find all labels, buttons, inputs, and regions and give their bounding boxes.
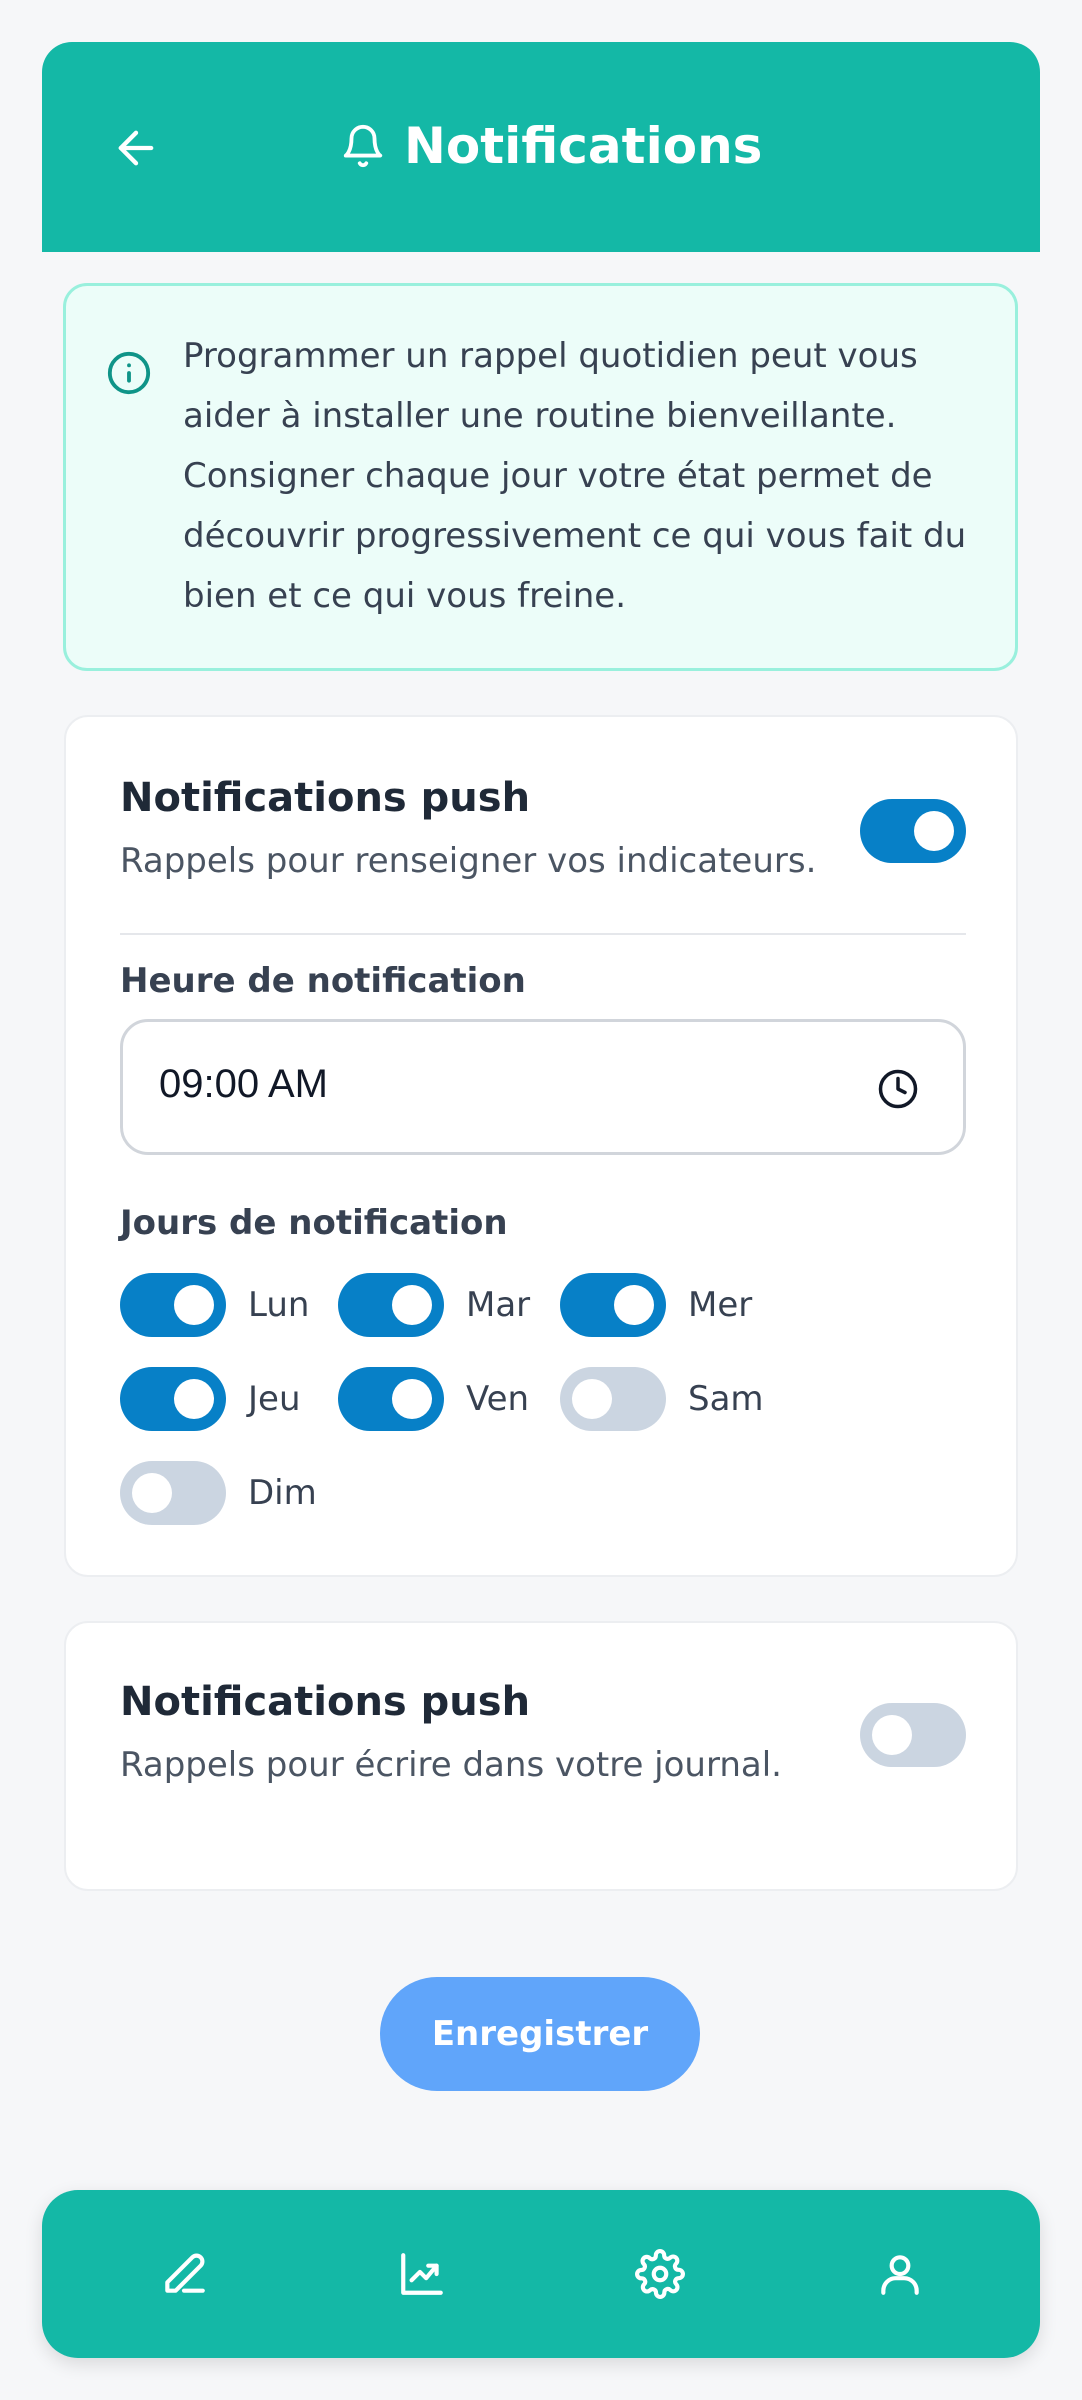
day-label: Sam (688, 1379, 764, 1419)
edit-icon (165, 2253, 205, 2293)
toggle-knob (132, 1473, 172, 1513)
day-switch[interactable] (338, 1273, 444, 1337)
toggle-knob (572, 1379, 612, 1419)
back-button[interactable] (100, 112, 172, 184)
page-title: Notifications (404, 117, 763, 175)
toggle-knob (614, 1285, 654, 1325)
day-toggle-jeu[interactable]: Jeu (120, 1367, 301, 1431)
toggle-knob (392, 1379, 432, 1419)
day-toggle-dim[interactable]: Dim (120, 1461, 317, 1525)
toggle-knob (392, 1285, 432, 1325)
day-label: Lun (248, 1285, 310, 1325)
info-box: Programmer un rappel quotidien peut vous… (63, 283, 1018, 671)
day-switch[interactable] (560, 1273, 666, 1337)
chart-icon (401, 2253, 443, 2295)
clock-icon[interactable] (877, 1068, 919, 1110)
day-label: Jeu (248, 1379, 301, 1419)
header-title-group: Notifications (340, 108, 762, 184)
day-toggle-ven[interactable]: Ven (338, 1367, 529, 1431)
day-toggle-lun[interactable]: Lun (120, 1273, 309, 1337)
day-label: Ven (466, 1379, 530, 1419)
days-label: Jours de notification (120, 1203, 508, 1243)
bell-icon (343, 125, 383, 168)
day-toggle-mar[interactable]: Mar (338, 1273, 530, 1337)
user-icon (881, 2255, 919, 2295)
toggle-knob (174, 1379, 214, 1419)
bottom-nav (42, 2190, 1040, 2358)
info-text: Programmer un rappel quotidien peut vous… (183, 336, 967, 616)
day-label: Dim (248, 1473, 317, 1513)
arrow-left-icon (118, 130, 154, 166)
journal-push-toggle[interactable] (860, 1703, 966, 1767)
nav-item-journal[interactable] (144, 2234, 224, 2314)
time-input[interactable]: 09:00 AM (120, 1019, 966, 1155)
info-icon (107, 351, 151, 395)
nav-item-profile[interactable] (860, 2234, 940, 2314)
day-toggle-sam[interactable]: Sam (560, 1367, 764, 1431)
nav-item-stats[interactable] (382, 2234, 462, 2314)
toggle-knob (174, 1285, 214, 1325)
journal-push-subtitle: Rappels pour écrire dans votre journal. (120, 1745, 782, 1785)
day-switch[interactable] (338, 1367, 444, 1431)
journal-push-title: Notifications push (120, 1679, 531, 1725)
nav-item-settings[interactable] (620, 2234, 700, 2314)
day-toggle-mer[interactable]: Mer (560, 1273, 752, 1337)
divider (120, 933, 966, 935)
day-switch[interactable] (560, 1367, 666, 1431)
indicators-push-subtitle: Rappels pour renseigner vos indicateurs. (120, 841, 817, 881)
toggle-knob (872, 1715, 912, 1755)
day-switch[interactable] (120, 1273, 226, 1337)
indicators-push-toggle[interactable] (860, 799, 966, 863)
indicators-push-title: Notifications push (120, 775, 531, 821)
indicators-notification-card: Notifications push Rappels pour renseign… (64, 715, 1018, 1577)
toggle-knob (914, 811, 954, 851)
save-button[interactable]: Enregistrer (380, 1977, 700, 2091)
time-value: 09:00 AM (159, 1062, 329, 1106)
time-label: Heure de notification (120, 961, 526, 1001)
day-switch[interactable] (120, 1367, 226, 1431)
gear-icon (635, 2249, 685, 2299)
day-switch[interactable] (120, 1461, 226, 1525)
journal-notification-card: Notifications push Rappels pour écrire d… (64, 1621, 1018, 1891)
day-label: Mer (688, 1285, 753, 1325)
day-label: Mar (466, 1285, 531, 1325)
